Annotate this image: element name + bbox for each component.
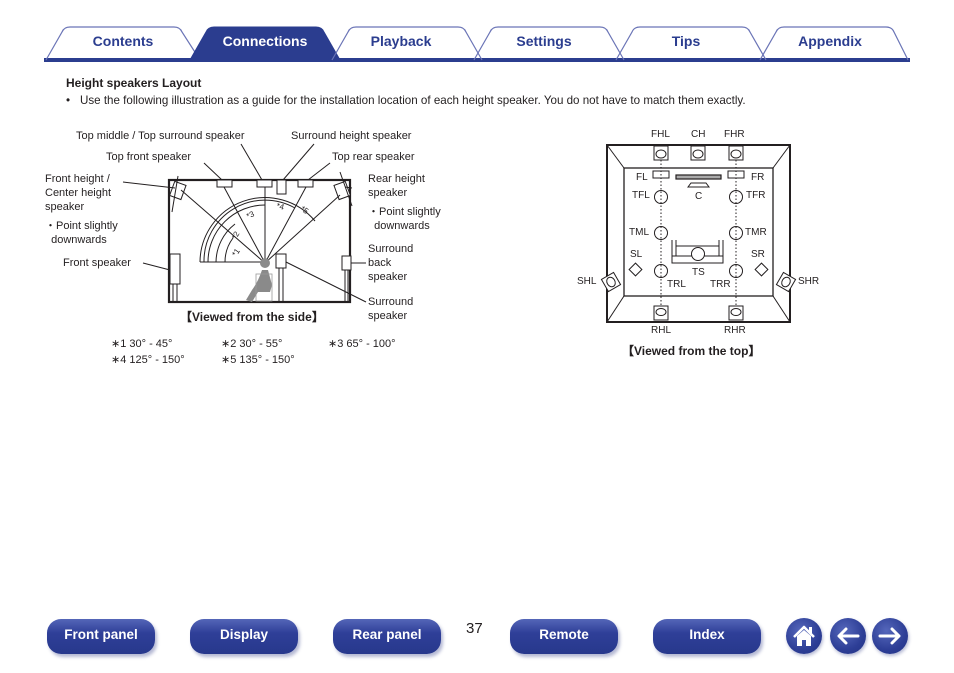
ts-speaker xyxy=(691,247,705,261)
forward-arrow-icon xyxy=(878,627,901,645)
label-c: C xyxy=(695,191,703,202)
top-view-caption: 【Viewed from the top】 xyxy=(622,344,761,358)
fhr-speaker xyxy=(728,145,744,161)
label-tfr: TFR xyxy=(746,190,766,201)
remote-button[interactable]: Remote xyxy=(510,619,618,654)
rhl-speaker xyxy=(653,305,669,321)
rhr-speaker xyxy=(728,305,744,321)
label-tfl: TFL xyxy=(632,190,650,201)
label-trl: TRL xyxy=(667,279,686,290)
label-trr: TRR xyxy=(710,279,731,290)
sl-speaker xyxy=(628,262,643,277)
back-button[interactable] xyxy=(830,618,866,654)
label-fhl: FHL xyxy=(651,129,670,140)
label-fl: FL xyxy=(636,172,648,183)
shl-speaker xyxy=(600,271,622,293)
label-tmr: TMR xyxy=(745,227,767,238)
fhl-speaker xyxy=(653,145,669,161)
page-number: 37 xyxy=(466,620,483,637)
label-shr: SHR xyxy=(798,276,820,287)
display-button[interactable]: Display xyxy=(190,619,298,654)
sr-speaker xyxy=(754,262,769,277)
home-button[interactable] xyxy=(786,618,822,654)
label-ts: TS xyxy=(692,267,705,278)
label-fhr: FHR xyxy=(724,129,745,140)
label-tml: TML xyxy=(629,227,649,238)
top-view-diagram xyxy=(600,144,797,323)
index-button[interactable]: Index xyxy=(653,619,761,654)
label-rhr: RHR xyxy=(724,325,746,336)
center-speaker xyxy=(687,182,710,188)
label-fr: FR xyxy=(751,172,765,183)
ch-speaker xyxy=(690,145,706,161)
label-sl: SL xyxy=(630,249,643,260)
label-rhl: RHL xyxy=(651,325,672,336)
front-panel-button[interactable]: Front panel xyxy=(47,619,155,654)
label-shl: SHL xyxy=(577,276,597,287)
rear-panel-button[interactable]: Rear panel xyxy=(333,619,441,654)
back-arrow-icon xyxy=(837,627,860,645)
label-sr: SR xyxy=(751,249,765,260)
tv-screen xyxy=(675,174,722,180)
shr-speaker xyxy=(775,271,797,293)
forward-button[interactable] xyxy=(872,618,908,654)
home-icon xyxy=(793,625,815,646)
label-ch: CH xyxy=(691,129,706,140)
